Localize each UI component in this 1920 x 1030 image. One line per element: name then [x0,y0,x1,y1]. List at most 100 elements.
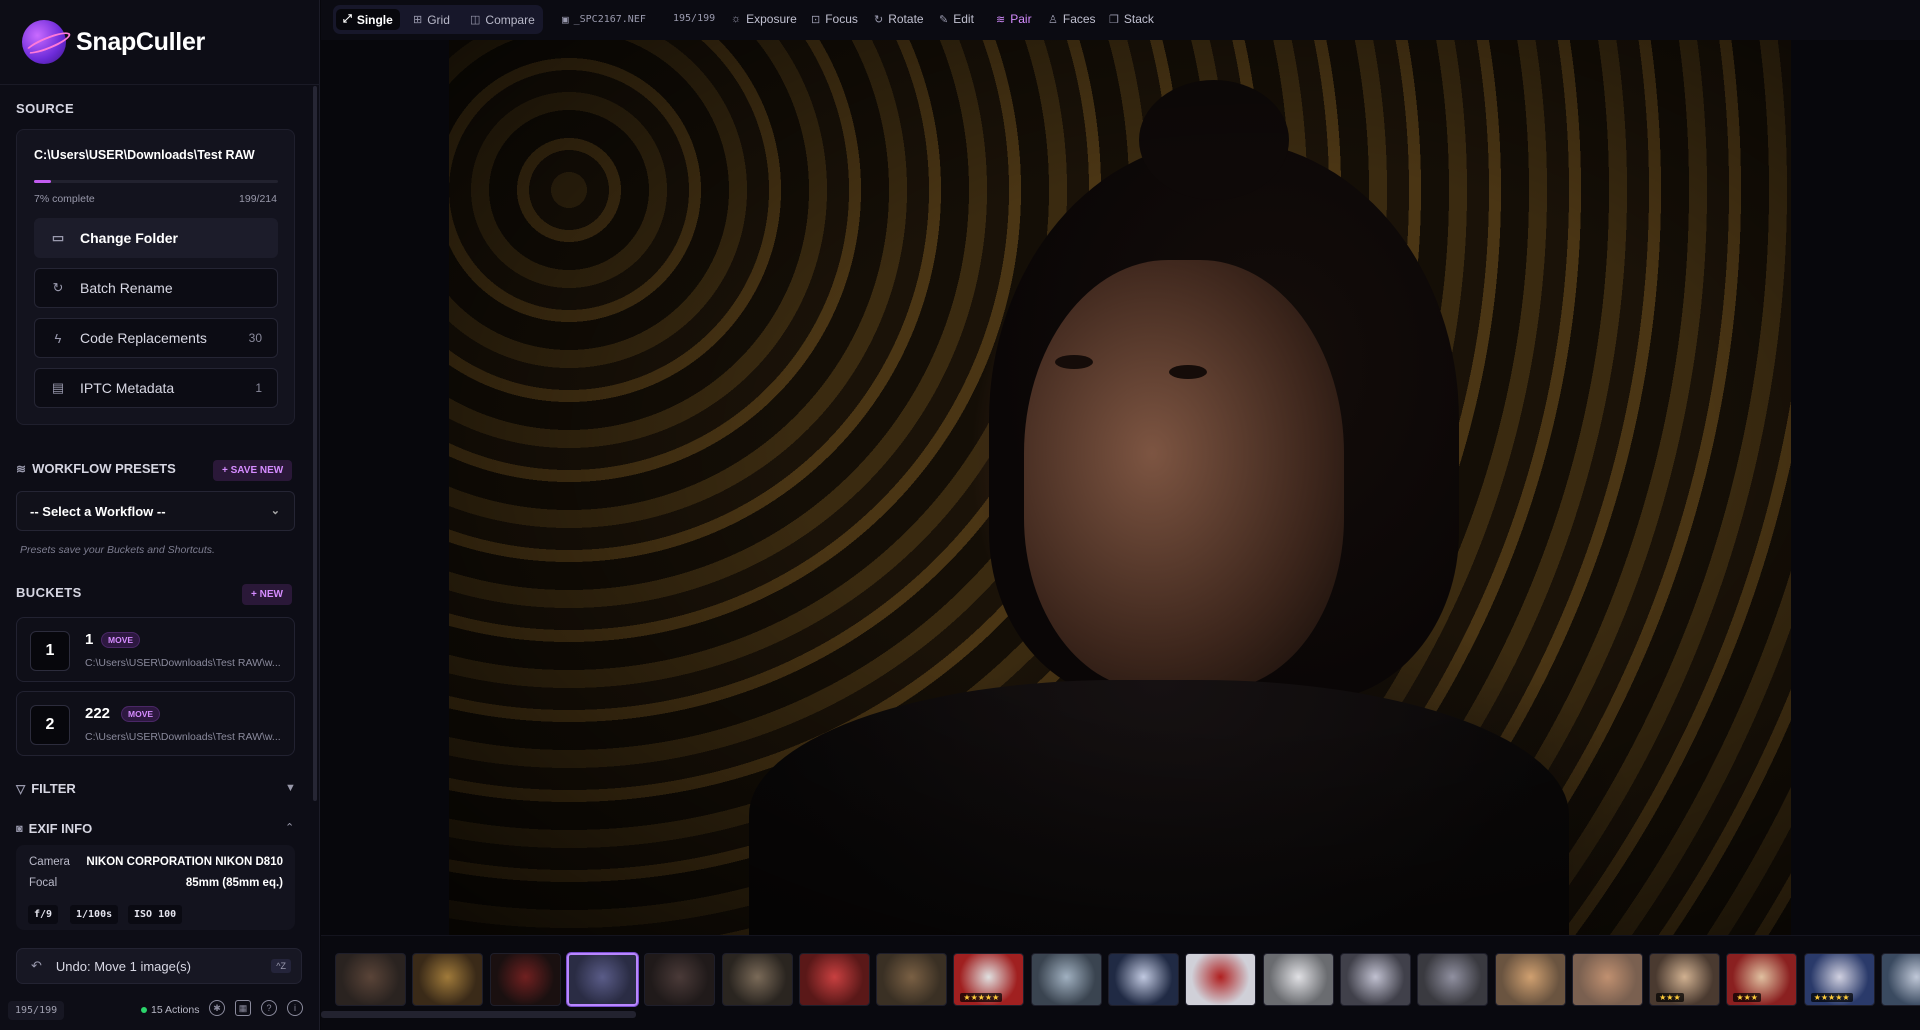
pair-button[interactable]: ≋ Pair [996,12,1032,26]
sidebar: SnapCuller SOURCE C:\Users\USER\Download… [0,0,320,1030]
focus-button[interactable]: ⊡ Focus [811,12,858,26]
sidebar-scrollbar[interactable] [313,86,317,801]
gear-icon[interactable]: ✱ [209,1000,225,1016]
footer-image-count: 195/199 [8,1001,65,1020]
view-compare-button[interactable]: ◫ Compare [463,9,542,30]
bucket-path: C:\Users\USER\Downloads\Test RAW\w... [85,731,281,743]
chevron-down-icon[interactable]: ▼ [285,782,296,794]
view-label: Grid [427,12,450,27]
layers-icon: ≋ [16,461,27,476]
filmstrip-thumb[interactable] [1262,953,1334,1006]
filmstrip-thumb[interactable] [335,953,406,1006]
bucket-badge: MOVE [121,706,161,722]
view-label: Single [356,12,393,27]
filter-icon: ▽ [16,781,26,796]
filmstrip-thumb[interactable] [798,953,870,1006]
logo-icon [22,20,66,64]
button-label: IPTC Metadata [80,380,175,396]
progress-fill [34,180,52,183]
filmstrip-thumb[interactable] [1494,953,1566,1006]
bucket-key: 1 [30,631,70,671]
filmstrip-thumb[interactable] [1030,953,1102,1006]
image-icon: ▣ [562,13,569,26]
filter-toggle[interactable]: ▽ FILTER [16,781,76,796]
new-bucket-button[interactable]: + NEW [242,584,292,605]
source-card: C:\Users\USER\Downloads\Test RAW 7% comp… [16,129,295,425]
faces-button[interactable]: ♙ Faces [1048,12,1096,26]
filmstrip-thumb[interactable] [721,953,793,1006]
filmstrip: ★★★★★ ★★★ ★★★ ★★★★★ [321,935,1920,1030]
progress-count: 199/214 [239,193,277,205]
view-grid-button[interactable]: ⊞ Grid [406,9,457,30]
filmstrip-thumb[interactable] [1571,953,1643,1006]
filmstrip-thumb[interactable] [876,953,948,1006]
layers-icon: ≋ [996,13,1006,26]
filmstrip-thumb[interactable] [1108,953,1179,1006]
filmstrip-thumb[interactable]: ★★★★★ [953,953,1025,1006]
filmstrip-thumb[interactable] [1339,953,1411,1006]
photo-vignette [449,40,1791,935]
filmstrip-thumb[interactable]: ★★★ [1726,953,1798,1006]
filmstrip-thumb[interactable]: ★★★★★ [1803,953,1875,1006]
filmstrip-thumb[interactable] [1417,953,1489,1006]
exposure-button[interactable]: ☼ Exposure [731,12,797,26]
edit-button[interactable]: ✎ Edit [939,12,974,26]
button-count: 30 [248,331,262,345]
view-single-button[interactable]: ⤢ Single [336,9,400,30]
button-label: Code Replacements [80,330,207,346]
photo-viewer[interactable] [321,40,1920,935]
tool-label: Stack [1123,12,1154,26]
undo-icon: ↶ [31,958,42,973]
folder-icon: ▭ [51,230,65,245]
bucket-item-2[interactable]: 2 222 MOVE C:\Users\USER\Downloads\Test … [16,691,295,756]
bucket-key: 2 [30,705,70,745]
exif-iso: ISO 100 [128,905,183,924]
bucket-name: 1 [85,631,94,648]
status-dot-icon [141,1007,147,1013]
source-title: SOURCE [16,101,75,116]
actions-label: 15 Actions [151,1004,200,1016]
view-label: Compare [485,12,535,27]
exif-aperture: f/9 [28,905,59,924]
rotate-button[interactable]: ↻ Rotate [874,12,924,26]
save-new-workflow-button[interactable]: + SAVE NEW [213,460,293,481]
tool-label: Pair [1010,12,1032,26]
code-replacements-button[interactable]: ϟ Code Replacements 30 [34,318,278,358]
button-count: 1 [255,381,262,395]
filmstrip-thumb[interactable] [1881,953,1920,1006]
edit-icon: ✎ [939,13,949,26]
buckets-title: BUCKETS [16,585,82,600]
filmstrip-thumb[interactable] [412,953,484,1006]
undo-button[interactable]: ↶ Undo: Move 1 image(s) ^Z [16,948,302,984]
filmstrip-thumb[interactable] [1185,953,1257,1006]
progress-text: 7% complete [34,193,95,205]
lightning-icon: ϟ [54,330,62,346]
main-photo[interactable] [449,40,1791,935]
filmstrip-scrollbar[interactable] [321,1011,636,1018]
actions-status[interactable]: 15 Actions [141,1004,199,1016]
bucket-item-1[interactable]: 1 1 MOVE C:\Users\USER\Downloads\Test RA… [16,617,295,682]
chevron-up-icon[interactable]: ⌃ [285,821,294,834]
source-path: C:\Users\USER\Downloads\Test RAW [34,148,255,162]
filmstrip-thumb[interactable]: ★★★ [1649,953,1721,1006]
tool-label: Exposure [746,12,797,26]
change-folder-button[interactable]: ▭ Change Folder [34,218,278,258]
keyboard-icon[interactable]: ▦ [235,1000,251,1016]
info-icon[interactable]: i [287,1000,303,1016]
filmstrip-thumb[interactable] [489,953,561,1006]
stack-button[interactable]: ❐ Stack [1109,12,1154,26]
exif-toggle[interactable]: ◙ EXIF INFO [16,821,92,836]
workflow-select[interactable]: -- Select a Workflow -- ⌄ [16,491,295,531]
exif-shutter: 1/100s [70,905,119,924]
batch-rename-button[interactable]: ↻ Batch Rename [34,268,278,308]
tool-label: Rotate [888,12,924,26]
undo-label: Undo: Move 1 image(s) [55,958,192,974]
tool-label: Edit [953,12,974,26]
iptc-metadata-button[interactable]: ▤ IPTC Metadata 1 [34,368,278,408]
view-mode-group: ⤢ Single ⊞ Grid ◫ Compare [333,5,543,34]
logo: SnapCuller [22,20,205,64]
help-icon[interactable]: ? [261,1000,277,1016]
button-label: Change Folder [80,230,179,246]
filmstrip-thumb[interactable] [644,953,716,1006]
filmstrip-thumb[interactable] [566,953,638,1006]
